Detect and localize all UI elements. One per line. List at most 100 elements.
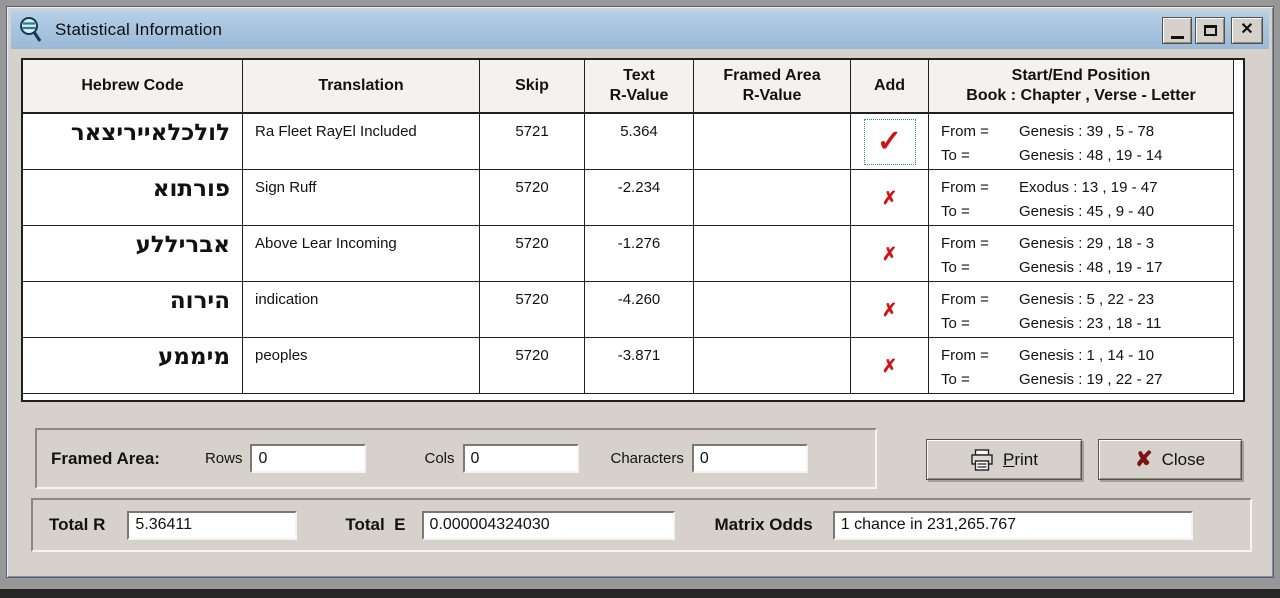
cross-icon[interactable]: ✗	[882, 245, 897, 263]
table-header-row: Hebrew Code Translation Skip Text R-Value…	[23, 60, 1243, 114]
skip-cell: 5721	[480, 114, 585, 170]
cross-icon[interactable]: ✗	[882, 301, 897, 319]
position-cell: From = Genesis : 39 , 5 - 78 To = Genesis …	[929, 114, 1234, 170]
to-label: To =	[941, 203, 970, 220]
from-value: Exodus : 13 , 19 - 47	[1019, 179, 1158, 196]
col-header-text-r-value: Text R-Value	[585, 60, 694, 114]
maximize-icon	[1203, 24, 1217, 36]
close-icon: ✕	[1240, 21, 1254, 38]
col-header-skip: Skip	[480, 60, 585, 114]
col-header-start-end-position: Start/End Position Book : Chapter , Verse…	[929, 60, 1234, 114]
to-value: Genesis : 19 , 22 - 27	[1019, 371, 1163, 388]
text-r-value-cell: -4.260	[585, 282, 694, 338]
rows-input[interactable]	[250, 444, 367, 473]
add-cell: ✗	[851, 170, 929, 226]
framed-area-r-value-cell	[694, 226, 851, 282]
header-label: Skip	[515, 77, 549, 94]
header-label: Start/End Position	[1011, 67, 1151, 84]
header-label: Hebrew Code	[81, 77, 184, 94]
minimize-icon	[1170, 35, 1184, 39]
to-value: Genesis : 48 , 19 - 17	[1019, 259, 1163, 276]
close-window-button[interactable]: ✕	[1231, 16, 1263, 44]
cross-icon[interactable]: ✗	[882, 357, 897, 375]
col-header-hebrew-code: Hebrew Code	[23, 60, 243, 114]
check-icon: ✓	[876, 124, 903, 158]
total-e-label: Total E	[345, 515, 406, 534]
text-r-value-cell: -2.234	[585, 170, 694, 226]
results-table: Hebrew Code Translation Skip Text R-Value…	[21, 58, 1245, 402]
print-button[interactable]: Print	[926, 439, 1082, 480]
position-cell: From = Genesis : 5 , 22 - 23 To = Genesis …	[929, 282, 1234, 338]
magnifier-icon	[17, 15, 45, 45]
from-label: From =	[941, 347, 989, 364]
maximize-button[interactable]	[1195, 16, 1225, 44]
add-cell: ✗	[851, 338, 929, 394]
matrix-odds-input[interactable]	[832, 510, 1193, 540]
close-button-label: Close	[1161, 449, 1206, 469]
translation-cell: peoples	[243, 338, 480, 394]
translation-cell: Ra Fleet RayEl Included	[243, 114, 480, 170]
add-cell: ✓	[851, 114, 929, 170]
characters-input[interactable]	[691, 444, 808, 473]
print-button-label: Print	[1003, 450, 1038, 470]
print-label-initial: P	[1003, 449, 1015, 469]
screen-edge	[0, 589, 1280, 598]
text-r-value-cell: -3.871	[585, 338, 694, 394]
to-value: Genesis : 23 , 18 - 11	[1019, 315, 1162, 332]
print-label-rest: rint	[1014, 449, 1038, 469]
skip-cell: 5720	[480, 226, 585, 282]
close-button[interactable]: ✘ Close	[1098, 439, 1242, 480]
add-cell: ✗	[851, 226, 929, 282]
header-label: Framed Area	[723, 67, 821, 84]
skip-cell: 5720	[480, 338, 585, 394]
position-cell: From = Exodus : 13 , 19 - 47 To = Genesis …	[929, 170, 1234, 226]
hebrew-code-cell: אותרופ	[23, 170, 243, 226]
total-r-label: Total R	[49, 515, 106, 534]
text-r-value-cell: -1.276	[585, 226, 694, 282]
totals-panel: Total R Total E Matrix Odds	[31, 498, 1252, 552]
from-value: Genesis : 39 , 5 - 78	[1019, 123, 1155, 140]
header-label: R-Value	[742, 87, 802, 104]
to-label: To =	[941, 259, 970, 276]
window-title: Statistical Information	[55, 20, 223, 39]
table-row[interactable]: עממימ peoples 5720 -3.871 ✗ From = Genesi…	[23, 338, 1243, 394]
col-header-translation: Translation	[243, 60, 480, 114]
from-value: Genesis : 5 , 22 - 23	[1019, 291, 1155, 308]
framed-area-r-value-cell	[694, 170, 851, 226]
header-label: R-Value	[609, 87, 669, 104]
header-label: Text	[623, 67, 655, 84]
add-cell: ✗	[851, 282, 929, 338]
header-label: Book : Chapter , Verse - Letter	[966, 87, 1196, 104]
header-label: Translation	[318, 77, 404, 94]
from-value: Genesis : 29 , 18 - 3	[1019, 235, 1155, 252]
framed-area-r-value-cell	[694, 114, 851, 170]
rows-label: Rows	[204, 450, 243, 467]
hebrew-code-cell: ראצירייאלכלול	[23, 114, 243, 170]
hebrew-code-cell: עללירבא	[23, 226, 243, 282]
to-label: To =	[941, 147, 970, 164]
total-r-input[interactable]	[127, 510, 298, 540]
to-label: To =	[941, 315, 970, 332]
table-row[interactable]: הוריה indication 5720 -4.260 ✗ From = Gen…	[23, 282, 1243, 338]
framed-area-panel: Framed Area: Rows Cols Characters	[35, 428, 877, 489]
total-e-input[interactable]	[421, 510, 675, 540]
from-label: From =	[941, 235, 989, 252]
framed-area-r-value-cell	[694, 282, 851, 338]
cols-input[interactable]	[462, 444, 579, 473]
window-titlebar[interactable]: Statistical Information ✕	[11, 11, 1269, 49]
cross-icon[interactable]: ✗	[882, 189, 897, 207]
characters-label: Characters	[610, 450, 684, 467]
table-row[interactable]: אותרופ Sign Ruff 5720 -2.234 ✗ From = Exo…	[23, 170, 1243, 226]
text-r-value-cell: 5.364	[585, 114, 694, 170]
add-checkbox[interactable]: ✓	[863, 118, 916, 165]
cols-label: Cols	[424, 450, 455, 467]
table-row[interactable]: ראצירייאלכלול Ra Fleet RayEl Included 57…	[23, 114, 1243, 170]
position-cell: From = Genesis : 1 , 14 - 10 To = Genesis …	[929, 338, 1234, 394]
translation-cell: Sign Ruff	[243, 170, 480, 226]
header-label: Add	[873, 77, 906, 94]
minimize-button[interactable]	[1162, 16, 1192, 44]
window-controls: ✕	[1162, 16, 1263, 44]
table-row[interactable]: עללירבא Above Lear Incoming 5720 -1.276 …	[23, 226, 1243, 282]
from-value: Genesis : 1 , 14 - 10	[1019, 347, 1155, 364]
to-value: Genesis : 45 , 9 - 40	[1019, 203, 1155, 220]
